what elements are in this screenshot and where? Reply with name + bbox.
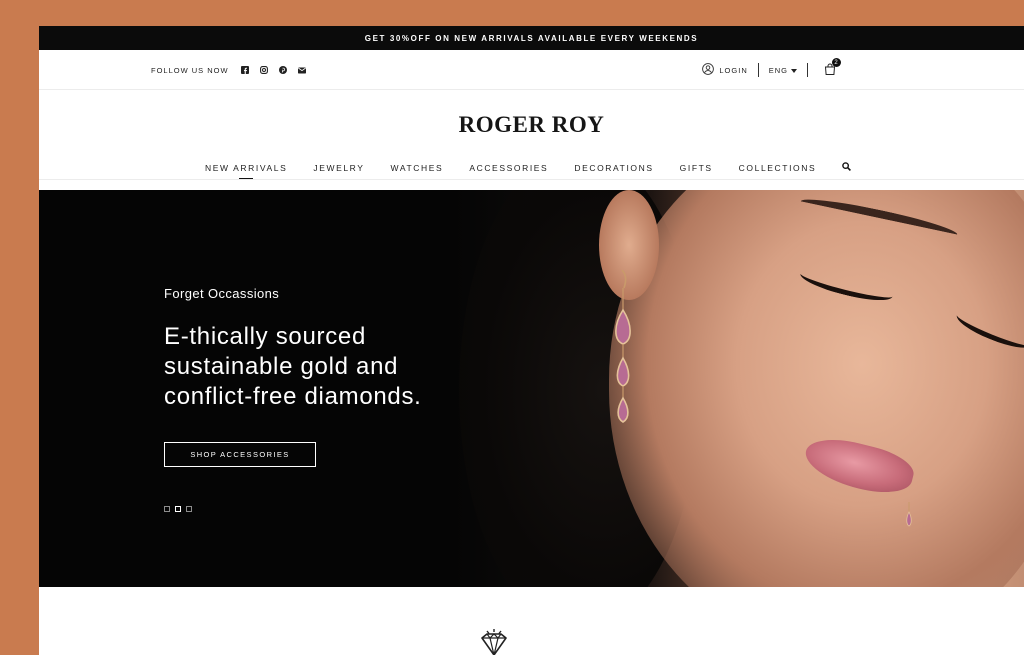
slider-dot[interactable] xyxy=(186,506,192,512)
hero-banner: Forget Occassions E-thically sourced sus… xyxy=(39,190,1024,587)
hero-image-face xyxy=(609,190,1024,587)
account-bar: LOGIN ENG 2 xyxy=(702,50,841,90)
login-link[interactable]: LOGIN xyxy=(702,63,747,77)
nav-item-jewelry[interactable]: JEWELRY xyxy=(313,163,364,173)
nav-item-new-arrivals[interactable]: NEW ARRIVALS xyxy=(205,163,287,173)
nav-item-accessories[interactable]: ACCESSORIES xyxy=(469,163,548,173)
language-value: ENG xyxy=(768,65,788,75)
cart-button[interactable]: 2 xyxy=(824,58,841,77)
nav-item-decorations[interactable]: DECORATIONS xyxy=(574,163,653,173)
divider xyxy=(757,63,759,77)
shop-accessories-button[interactable]: SHOP ACCESSORIES xyxy=(164,442,316,467)
page-frame: GET 30%OFF ON NEW ARRIVALS AVAILABLE EVE… xyxy=(39,26,1024,655)
brand-logo[interactable]: ROGER ROY xyxy=(39,112,1024,138)
user-icon xyxy=(702,63,715,77)
nav-divider xyxy=(39,179,1024,180)
slider-dot[interactable] xyxy=(164,506,170,512)
instagram-icon[interactable] xyxy=(259,66,268,74)
follow-label: FOLLOW US NOW xyxy=(151,65,229,75)
earring-image xyxy=(615,270,631,423)
promo-bar: GET 30%OFF ON NEW ARRIVALS AVAILABLE EVE… xyxy=(39,26,1024,50)
hero-eyebrow: Forget Occassions xyxy=(164,286,280,301)
pinterest-icon[interactable] xyxy=(278,66,287,74)
social-links xyxy=(240,66,306,74)
chevron-down-icon xyxy=(791,66,797,75)
cart-count-badge: 2 xyxy=(832,58,841,67)
divider xyxy=(807,63,808,77)
utility-bar: FOLLOW US NOW LOGIN ENG 2 xyxy=(39,50,1024,90)
language-selector[interactable]: ENG xyxy=(769,66,797,75)
earring-image xyxy=(906,502,912,527)
hero-copy: Forget Occassions E-thically sourced sus… xyxy=(164,286,464,467)
hero-headline: E-thically sourced sustainable gold and … xyxy=(164,323,422,410)
facebook-icon[interactable] xyxy=(240,66,249,74)
slider-pagination xyxy=(164,506,192,512)
slider-dot-active[interactable] xyxy=(175,506,181,512)
login-label: LOGIN xyxy=(719,65,748,75)
main-navigation: NEW ARRIVALS JEWELRY WATCHES ACCESSORIES… xyxy=(205,162,852,173)
search-icon[interactable] xyxy=(842,162,852,173)
email-icon[interactable] xyxy=(297,67,306,74)
nav-item-collections[interactable]: COLLECTIONS xyxy=(739,163,817,173)
nav-item-gifts[interactable]: GIFTS xyxy=(680,163,713,173)
promo-text: GET 30%OFF ON NEW ARRIVALS AVAILABLE EVE… xyxy=(364,33,699,43)
diamond-icon xyxy=(476,628,512,655)
nav-item-watches[interactable]: WATCHES xyxy=(391,163,444,173)
social-follow: FOLLOW US NOW xyxy=(151,50,306,90)
